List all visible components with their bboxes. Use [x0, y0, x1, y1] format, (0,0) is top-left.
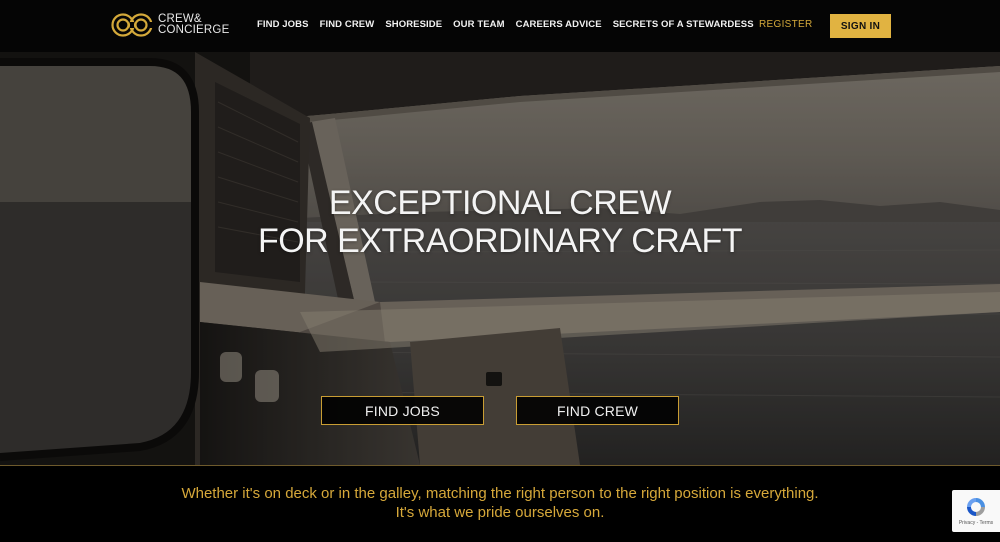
find-jobs-button[interactable]: FIND JOBS: [321, 396, 484, 425]
main-nav: FIND JOBS FIND CREW SHORESIDE OUR TEAM C…: [257, 19, 765, 30]
logo-mark-icon: [111, 13, 154, 37]
hero-title-line-2: FOR EXTRAORDINARY CRAFT: [257, 222, 743, 260]
tagline-line-2: It's what we pride ourselves on.: [395, 504, 605, 521]
tagline-line-1: Whether it's on deck or in the galley, m…: [181, 485, 819, 502]
hero-banner: EXCEPTIONAL CREW FOR EXTRAORDINARY CRAFT…: [0, 52, 1000, 465]
recaptcha-links[interactable]: Privacy - Terms: [959, 520, 993, 526]
logo-text: CREW& CONCIERGE: [158, 13, 230, 36]
recaptcha-icon: [967, 498, 985, 516]
site-header: CREW& CONCIERGE FIND JOBS FIND CREW SHOR…: [0, 0, 1000, 52]
nav-find-crew[interactable]: FIND CREW: [320, 19, 375, 30]
nav-secrets-of-a-stewardess[interactable]: SECRETS OF A STEWARDESS: [613, 19, 754, 30]
logo[interactable]: CREW& CONCIERGE: [110, 12, 229, 38]
tagline: Whether it's on deck or in the galley, m…: [0, 484, 1000, 522]
find-crew-button[interactable]: FIND CREW: [516, 396, 679, 425]
recaptcha-badge[interactable]: Privacy - Terms: [952, 490, 1000, 532]
hero-title-line-1: EXCEPTIONAL CREW: [328, 184, 672, 222]
nav-find-jobs[interactable]: FIND JOBS: [257, 19, 309, 30]
nav-our-team[interactable]: OUR TEAM: [453, 19, 504, 30]
logo-line-2: CONCIERGE: [158, 24, 230, 36]
register-link[interactable]: REGISTER: [759, 19, 813, 30]
hero-title: EXCEPTIONAL CREW FOR EXTRAORDINARY CRAFT: [0, 184, 1000, 260]
nav-shoreside[interactable]: SHORESIDE: [385, 19, 442, 30]
sign-in-button[interactable]: SIGN IN: [830, 14, 891, 38]
nav-careers-advice[interactable]: CAREERS ADVICE: [516, 19, 602, 30]
